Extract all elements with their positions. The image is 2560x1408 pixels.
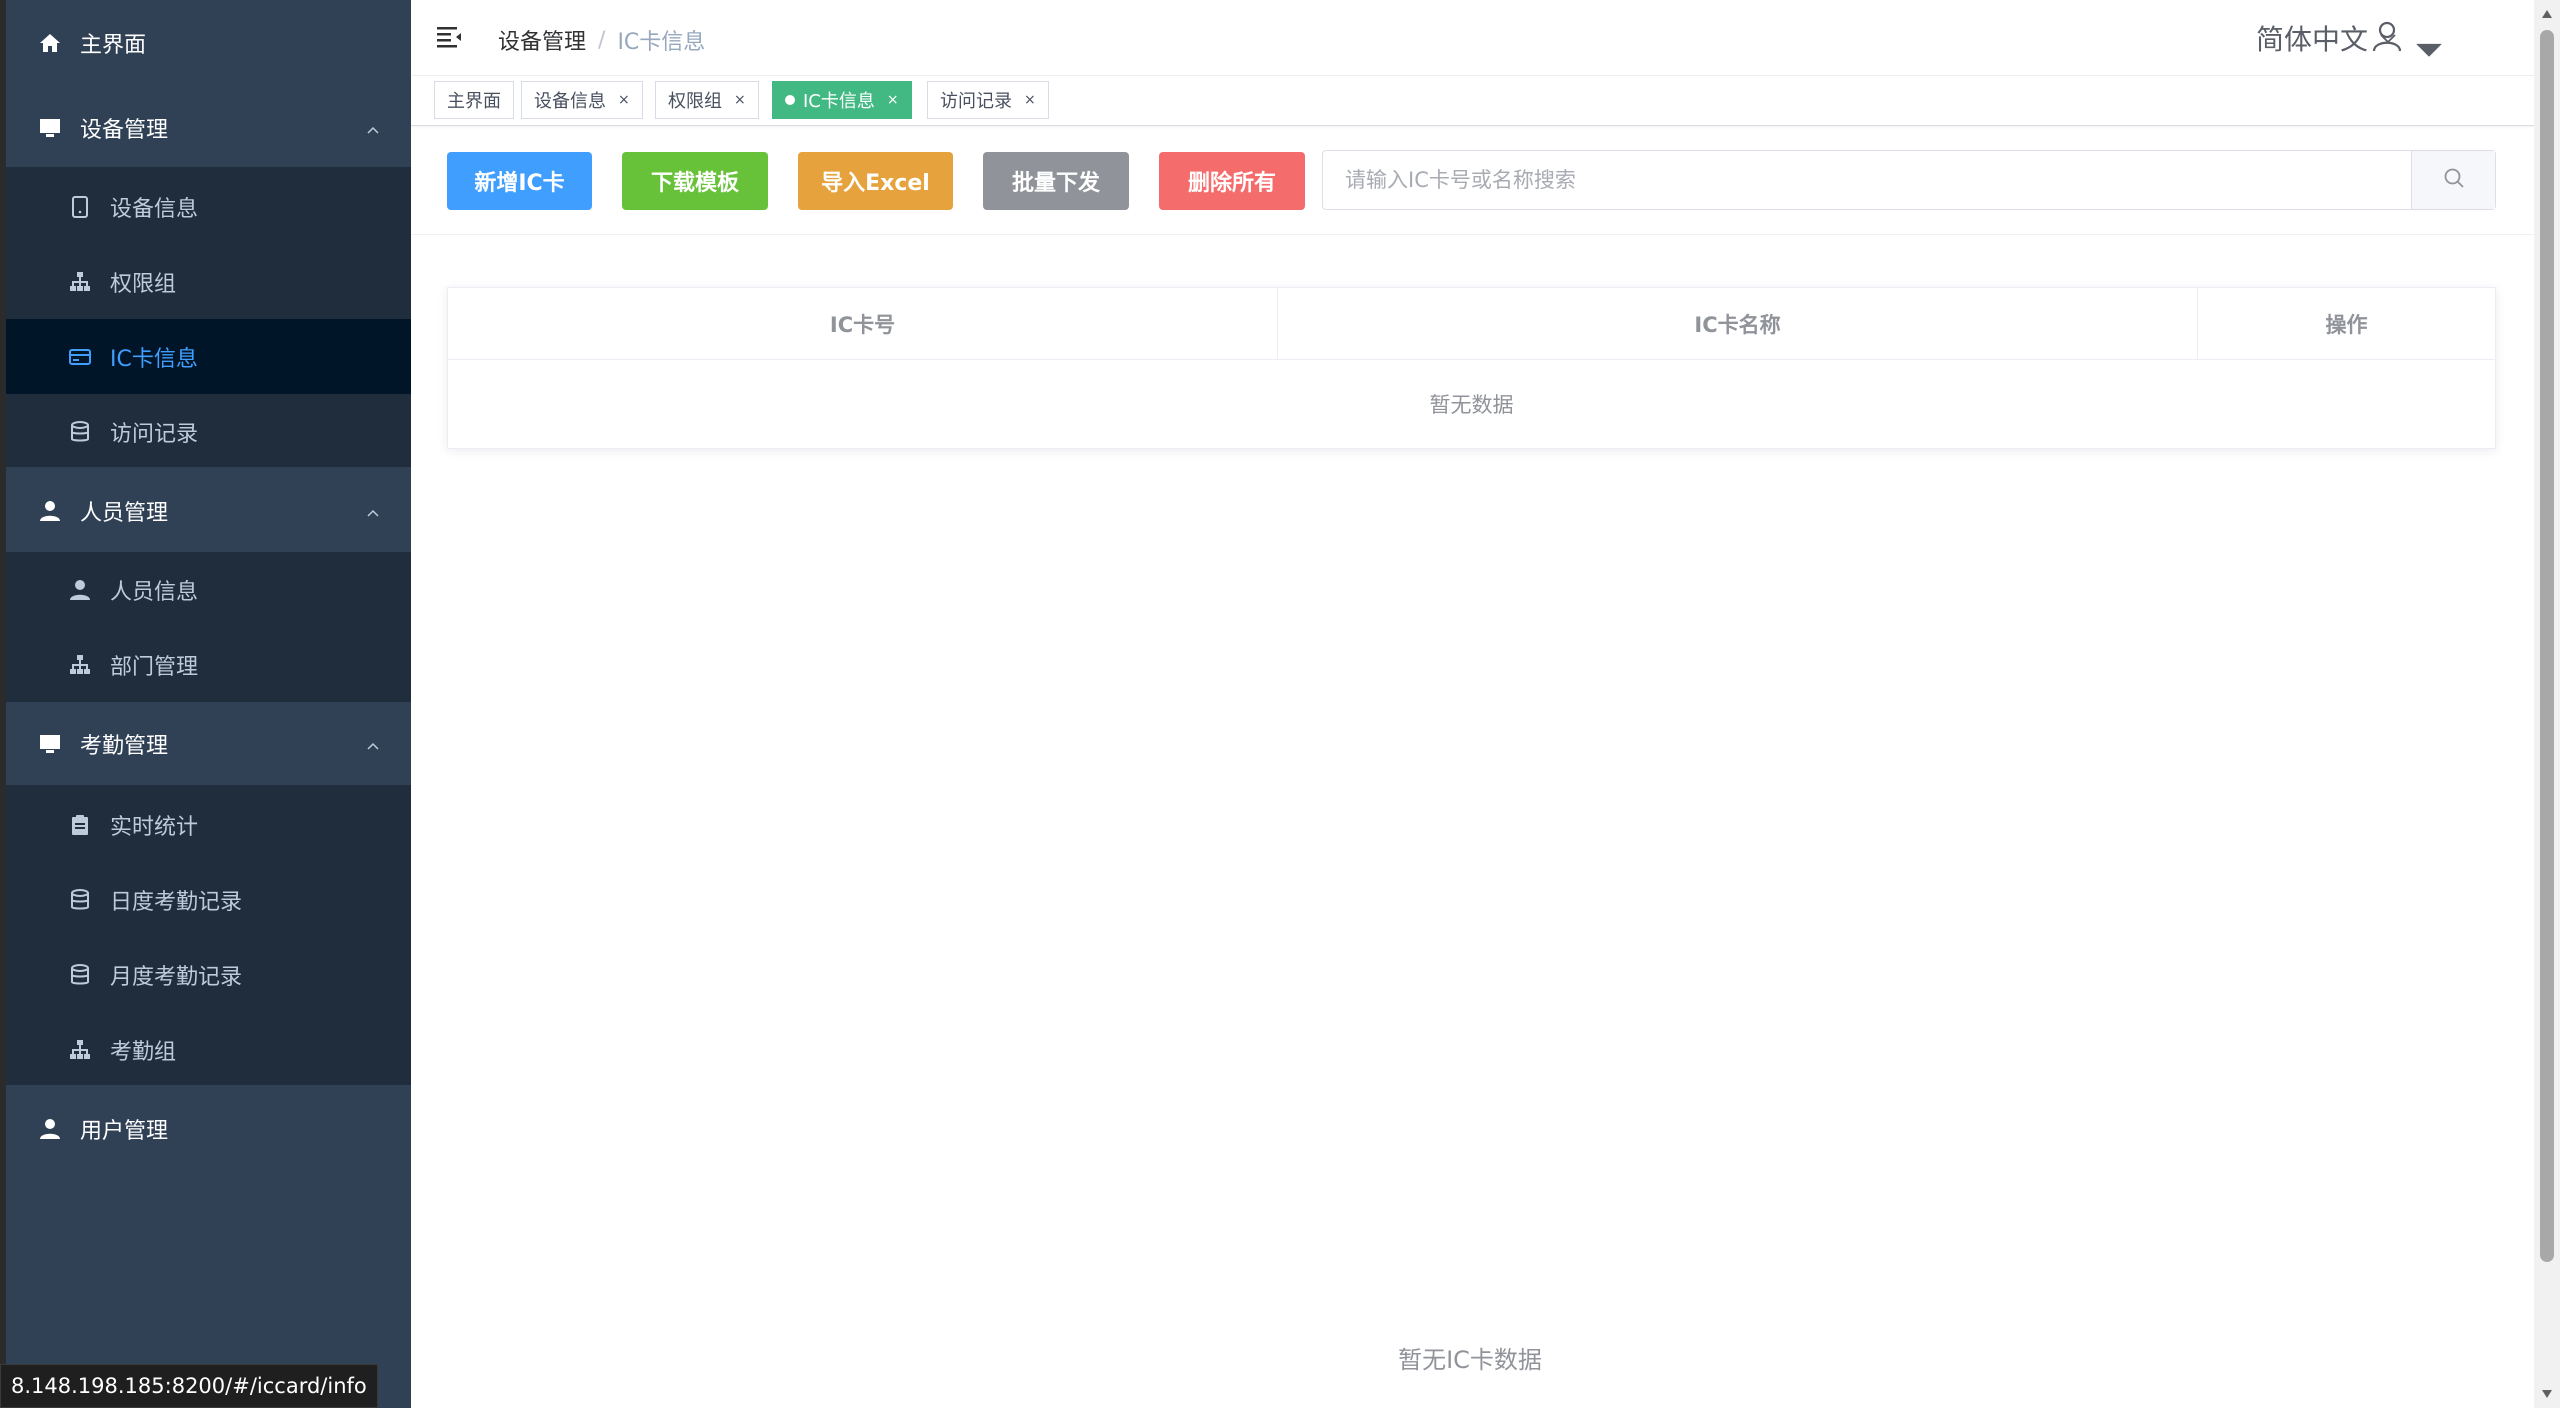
tag-label: 权限组	[668, 91, 722, 112]
active-dot-icon	[785, 95, 795, 105]
user-avatar-dropdown[interactable]	[2369, 18, 2442, 58]
org-tree-icon	[66, 1036, 94, 1064]
database-icon	[66, 961, 94, 989]
batch-dispatch-button[interactable]: 批量下发	[983, 152, 1129, 210]
status-bar-url: 8.148.198.185:8200/#/iccard/info	[0, 1364, 378, 1408]
close-icon[interactable]: ×	[1024, 92, 1036, 108]
download-template-button[interactable]: 下载模板	[622, 152, 768, 210]
empty-data-text: 暂无IC卡数据	[1398, 1346, 1542, 1374]
scrollbar-thumb[interactable]	[2540, 30, 2554, 1262]
ic-card-table: IC卡号 IC卡名称 操作 暂无数据	[447, 287, 2496, 449]
close-icon[interactable]: ×	[618, 92, 630, 108]
sidebar-item-realtime-stats[interactable]: 实时统计	[6, 787, 411, 862]
sidebar-item-label: IC卡信息	[110, 346, 198, 372]
divider	[411, 234, 2534, 235]
sidebar-item-label: 月度考勤记录	[110, 964, 243, 990]
user-icon	[66, 576, 94, 604]
card-icon	[66, 343, 94, 371]
search-icon	[2443, 167, 2465, 193]
search-box	[1322, 150, 2496, 210]
chevron-up-icon	[365, 120, 381, 136]
vertical-scrollbar[interactable]	[2534, 0, 2560, 1408]
app-root: 主界面 设备管理 设备信息 权限组 IC卡信息 访问记录 人员管理 人员信息 部…	[0, 0, 2560, 1408]
breadcrumb: 设备管理 / IC卡信息	[498, 24, 705, 56]
navbar: 设备管理 / IC卡信息 简体中文	[411, 0, 2534, 76]
sidebar-item-label: 人员信息	[110, 579, 199, 605]
tag-ic-card-info[interactable]: IC卡信息 ×	[772, 81, 912, 119]
user-avatar-icon	[2369, 18, 2405, 58]
tag-label: 访问记录	[940, 91, 1012, 112]
sidebar-item-attendance-group[interactable]: 考勤组	[6, 1012, 411, 1087]
search-input[interactable]	[1323, 151, 2411, 209]
sidebar-group-label: 设备管理	[80, 117, 169, 143]
tag-label: IC卡信息	[803, 91, 875, 112]
tag-label: 主界面	[447, 91, 501, 112]
sidebar-item-label: 访问记录	[110, 421, 199, 447]
import-excel-button[interactable]: 导入Excel	[798, 152, 953, 210]
search-button[interactable]	[2411, 151, 2495, 209]
sidebar-item-device-info[interactable]: 设备信息	[6, 169, 411, 244]
tag-access-records[interactable]: 访问记录 ×	[927, 81, 1049, 119]
add-ic-card-button[interactable]: 新增IC卡	[447, 152, 592, 210]
breadcrumb-separator: /	[598, 27, 606, 53]
monitor-icon	[36, 730, 64, 758]
sidebar-item-label: 用户管理	[80, 1118, 169, 1144]
sidebar-item-person-info[interactable]: 人员信息	[6, 552, 411, 627]
close-icon[interactable]: ×	[887, 92, 899, 108]
sidebar-group-attendance-mgmt[interactable]: 考勤管理	[6, 702, 411, 785]
chevron-up-icon	[365, 736, 381, 752]
caret-down-icon	[2411, 31, 2442, 57]
sidebar-item-user-mgmt[interactable]: 用户管理	[6, 1087, 411, 1170]
tags-view: 主界面 设备信息 × 权限组 × IC卡信息 × 访问记录 ×	[411, 76, 2534, 126]
table-empty-text: 暂无数据	[1429, 393, 1514, 417]
clipboard-icon	[66, 811, 94, 839]
sidebar-item-ic-card-info[interactable]: IC卡信息	[6, 319, 411, 394]
tag-label: 设备信息	[534, 91, 606, 112]
sidebar-item-label: 主界面	[80, 32, 147, 58]
scroll-down-arrow-icon[interactable]	[2542, 1390, 2552, 1398]
sidebar-item-daily-attendance[interactable]: 日度考勤记录	[6, 862, 411, 937]
tag-permission-group[interactable]: 权限组 ×	[655, 81, 759, 119]
sidebar-item-label: 实时统计	[110, 814, 199, 840]
sidebar-group-label: 考勤管理	[80, 733, 169, 759]
chevron-up-icon	[365, 503, 381, 519]
sidebar-group-label: 人员管理	[80, 500, 169, 526]
database-icon	[66, 418, 94, 446]
org-tree-icon	[66, 268, 94, 296]
sidebar-item-department-mgmt[interactable]: 部门管理	[6, 627, 411, 702]
database-icon	[66, 886, 94, 914]
tablet-icon	[66, 193, 94, 221]
sidebar: 主界面 设备管理 设备信息 权限组 IC卡信息 访问记录 人员管理 人员信息 部…	[0, 0, 411, 1408]
monitor-icon	[36, 114, 64, 142]
user-icon	[36, 1115, 64, 1143]
sidebar-item-label: 考勤组	[110, 1039, 177, 1065]
org-tree-icon	[66, 651, 94, 679]
home-icon	[36, 29, 64, 57]
sidebar-item-permission-group[interactable]: 权限组	[6, 244, 411, 319]
tag-home[interactable]: 主界面	[434, 81, 514, 119]
sidebar-item-label: 权限组	[110, 271, 177, 297]
breadcrumb-item[interactable]: 设备管理	[498, 24, 586, 56]
tag-device-info[interactable]: 设备信息 ×	[521, 81, 643, 119]
sidebar-item-home[interactable]: 主界面	[6, 1, 411, 84]
sidebar-item-label: 部门管理	[110, 654, 199, 680]
column-header-actions: 操作	[2197, 288, 2495, 360]
sidebar-item-access-records[interactable]: 访问记录	[6, 394, 411, 469]
close-icon[interactable]: ×	[734, 92, 746, 108]
sidebar-group-person-mgmt[interactable]: 人员管理	[6, 469, 411, 552]
sidebar-group-device-mgmt[interactable]: 设备管理	[6, 86, 411, 169]
sidebar-item-monthly-attendance[interactable]: 月度考勤记录	[6, 937, 411, 1012]
sidebar-item-label: 日度考勤记录	[110, 889, 243, 915]
breadcrumb-item-current: IC卡信息	[617, 30, 706, 55]
column-header-ic-card-number: IC卡号	[448, 288, 1277, 360]
sidebar-item-label: 设备信息	[110, 196, 199, 222]
language-label: 简体中文	[2256, 23, 2369, 56]
hamburger-menu-icon[interactable]	[435, 22, 465, 52]
column-header-ic-card-name: IC卡名称	[1277, 288, 2197, 360]
scroll-up-arrow-icon[interactable]	[2542, 10, 2552, 18]
user-icon	[36, 497, 64, 525]
delete-all-button[interactable]: 删除所有	[1159, 152, 1305, 210]
